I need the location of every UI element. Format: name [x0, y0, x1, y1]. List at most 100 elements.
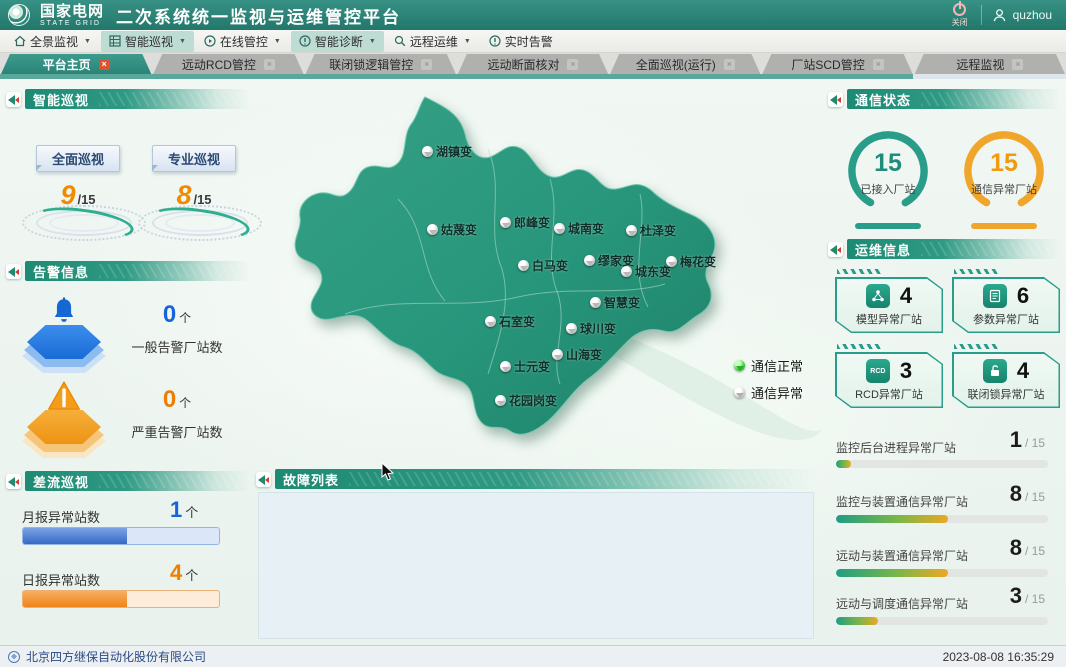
map-station-pin[interactable]: 湖镇变: [422, 143, 472, 160]
station-pin-icon: [621, 266, 632, 277]
company-logo-icon: [8, 651, 20, 663]
professional-patrol-value: 8: [176, 180, 191, 210]
station-pin-icon: [500, 361, 511, 372]
map-station-pin[interactable]: 梅花变: [666, 253, 716, 270]
rcd-abnormal-card[interactable]: RCD 3 RCD异常厂站: [835, 352, 943, 408]
monitor-device-comm-bar: [836, 515, 1048, 523]
station-pin-icon: [427, 224, 438, 235]
play-circle-icon: [204, 35, 216, 47]
general-alarm-count: 0: [163, 301, 176, 328]
menu-smart-diagnosis[interactable]: 智能诊断: [291, 31, 384, 52]
collapse-arrow-icon[interactable]: [6, 92, 21, 107]
daily-report-label: 日报异常站数: [22, 570, 100, 589]
station-pin-label: 石室变: [499, 313, 535, 330]
alert-circle-icon: [489, 35, 501, 47]
menu-smart-patrol[interactable]: 智能巡视: [101, 31, 194, 52]
main-menu: 全景监视 智能巡视 在线管控 智能诊断 远程运维 实时告警: [0, 30, 1066, 53]
tab-interlock-logic[interactable]: 联闭锁逻辑管控: [306, 54, 456, 74]
collapse-arrow-icon[interactable]: [828, 92, 843, 107]
professional-patrol-card[interactable]: 专业巡视 8/15: [136, 145, 252, 243]
map-station-pin[interactable]: 城东变: [621, 263, 671, 280]
station-pin-label: 梅花变: [680, 253, 716, 270]
collapse-arrow-icon[interactable]: [828, 242, 843, 257]
decorative-dashes: [954, 344, 998, 349]
unlock-icon: [983, 359, 1007, 383]
station-pin-icon: [554, 223, 565, 234]
map-station-pin[interactable]: 白马变: [518, 257, 568, 274]
station-pin-label: 智慧变: [604, 294, 640, 311]
collapse-arrow-icon[interactable]: [256, 472, 271, 487]
station-pin-icon: [485, 316, 496, 327]
severe-alarm-count: 0: [163, 386, 176, 413]
grid-icon: [109, 35, 121, 47]
collapse-arrow-icon[interactable]: [6, 264, 21, 279]
station-pin-label: 球川变: [580, 320, 616, 337]
close-icon[interactable]: [873, 59, 884, 70]
telecontrol-dispatch-comm-bar: [836, 617, 1048, 625]
close-icon[interactable]: [1012, 59, 1023, 70]
search-icon: [394, 35, 406, 47]
section-alarm-info-header: 告警信息: [6, 261, 250, 281]
map-station-pin[interactable]: 郎峰变: [500, 214, 550, 231]
close-icon[interactable]: [421, 59, 432, 70]
menu-panorama-monitor[interactable]: 全景监视: [6, 31, 99, 52]
station-pin-icon: [626, 225, 637, 236]
tab-bar: 平台主页 远动RCD管控 联闭锁逻辑管控 远动断面核对 全面巡视(运行) 厂站S…: [0, 53, 1066, 74]
station-pin-label: 姑蔑变: [441, 221, 477, 238]
model-abnormal-card[interactable]: 4 模型异常厂站: [835, 277, 943, 333]
map-station-pin[interactable]: 士元变: [500, 358, 550, 375]
gauge-underline: [855, 223, 921, 229]
tab-platform-home[interactable]: 平台主页: [1, 54, 151, 74]
tab-remote-monitor[interactable]: 远程监视: [915, 54, 1065, 74]
station-pin-label: 郎峰变: [514, 214, 550, 231]
monitor-backend-bar: [836, 460, 1048, 468]
region-map[interactable]: 湖镇变姑蔑变郎峰变城南变杜泽变白马变缪家变城东变梅花变智慧变石室变球川变山海变士…: [250, 79, 830, 471]
station-pin-icon: [518, 260, 529, 271]
map-shape: [250, 79, 830, 471]
map-station-pin[interactable]: 石室变: [485, 313, 535, 330]
fault-list-body[interactable]: [258, 492, 814, 639]
severe-alarm-label: 严重告警厂站数: [114, 422, 240, 441]
section-comm-status-header: 通信状态: [828, 89, 1060, 109]
tab-rcd-control[interactable]: 远动RCD管控: [153, 54, 303, 74]
map-station-pin[interactable]: 花园岗变: [495, 392, 557, 409]
close-icon[interactable]: [99, 59, 110, 70]
model-icon: [866, 284, 890, 308]
close-icon[interactable]: [724, 59, 735, 70]
map-station-pin[interactable]: 姑蔑变: [427, 221, 477, 238]
state-grid-logo-icon: [8, 4, 30, 26]
station-pin-icon: [422, 146, 433, 157]
legend-comm-normal: 通信正常: [734, 356, 803, 375]
map-station-pin[interactable]: 城南变: [554, 220, 604, 237]
full-patrol-card[interactable]: 全面巡视 9/15: [20, 145, 136, 243]
map-station-pin[interactable]: 智慧变: [590, 294, 640, 311]
tab-scd-control[interactable]: 厂站SCD管控: [762, 54, 912, 74]
menu-online-control[interactable]: 在线管控: [196, 31, 289, 52]
status-bar: 北京四方继保自动化股份有限公司 2023-08-08 16:35:29: [0, 645, 1066, 667]
station-pin-label: 士元变: [514, 358, 550, 375]
map-station-pin[interactable]: 杜泽变: [626, 222, 676, 239]
close-icon[interactable]: [264, 59, 275, 70]
parameter-abnormal-card[interactable]: 6 参数异常厂站: [952, 277, 1060, 333]
page-title: 二次系统统一监视与运维管控平台: [116, 3, 401, 28]
monitor-device-comm-label: 监控与装置通信异常厂站: [836, 493, 968, 510]
menu-realtime-alarm[interactable]: 实时告警: [481, 31, 561, 52]
station-pin-label: 湖镇变: [436, 143, 472, 160]
daily-report-value: 4: [170, 560, 182, 585]
menu-remote-ops[interactable]: 远程运维: [386, 31, 479, 52]
monthly-report-bar: [22, 527, 220, 545]
section-fault-list-header: 故障列表: [256, 469, 816, 489]
map-station-pin[interactable]: 球川变: [566, 320, 616, 337]
user-menu[interactable]: quzhou: [981, 5, 1066, 25]
collapse-arrow-icon[interactable]: [6, 474, 21, 489]
interlock-abnormal-card[interactable]: 4 联闭锁异常厂站: [952, 352, 1060, 408]
tab-section-check[interactable]: 远动断面核对: [458, 54, 608, 74]
telecontrol-device-comm-label: 远动与装置通信异常厂站: [836, 547, 968, 564]
connected-stations-gauge: 15 已接入厂站: [836, 127, 940, 229]
close-icon[interactable]: [567, 59, 578, 70]
map-station-pin[interactable]: 山海变: [552, 346, 602, 363]
tab-full-patrol-running[interactable]: 全面巡视(运行): [610, 54, 760, 74]
decorative-dashes: [837, 269, 881, 274]
logout-button[interactable]: 关闭: [939, 0, 981, 30]
professional-patrol-tag: 专业巡视: [152, 145, 236, 172]
